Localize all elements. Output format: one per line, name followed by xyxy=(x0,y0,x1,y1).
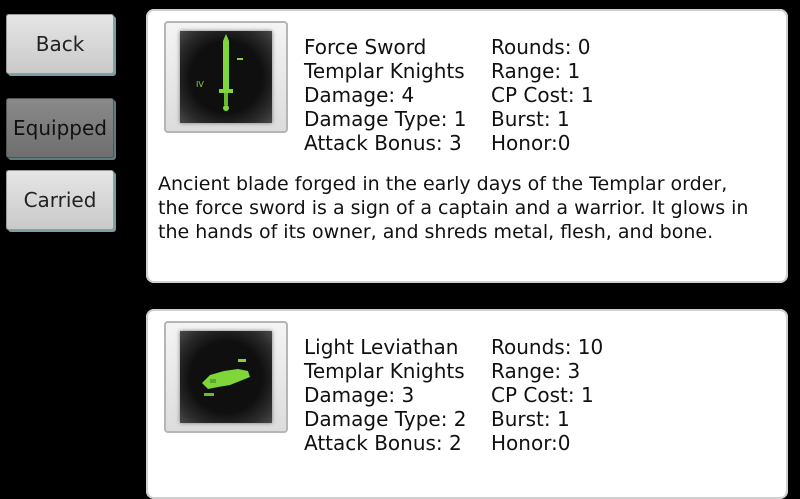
item-faction: Templar Knights xyxy=(304,359,465,383)
item-honor: Honor:0 xyxy=(491,131,571,155)
item-description: Ancient blade forged in the early days o… xyxy=(158,173,749,243)
item-cp-cost: CP Cost: 1 xyxy=(491,83,594,107)
item-faction: Templar Knights xyxy=(304,59,465,83)
item-damage-type: Damage Type: 2 xyxy=(304,407,467,431)
item-card-force-sword[interactable]: IV Force Sword Templar Knights Damage: 4… xyxy=(146,9,788,283)
sword-icon: IV xyxy=(180,31,272,123)
item-damage: Damage: 4 xyxy=(304,83,415,107)
carried-tab-button[interactable]: Carried xyxy=(6,170,114,230)
item-thumbnail-frame xyxy=(164,321,288,433)
item-attack-bonus: Attack Bonus: 3 xyxy=(304,131,462,155)
item-attack-bonus: Attack Bonus: 2 xyxy=(304,431,462,455)
item-range: Range: 3 xyxy=(491,359,581,383)
item-range: Range: 1 xyxy=(491,59,581,83)
leviathan-icon xyxy=(180,331,272,423)
item-rounds: Rounds: 10 xyxy=(491,335,604,359)
equipped-tab-button[interactable]: Equipped xyxy=(6,98,114,158)
item-cp-cost: CP Cost: 1 xyxy=(491,383,594,407)
item-damage: Damage: 3 xyxy=(304,383,415,407)
back-button[interactable]: Back xyxy=(6,14,114,74)
item-burst: Burst: 1 xyxy=(491,407,570,431)
svg-text:IV: IV xyxy=(196,80,204,89)
item-honor: Honor:0 xyxy=(491,431,571,455)
item-thumbnail-frame: IV xyxy=(164,21,288,133)
item-damage-type: Damage Type: 1 xyxy=(304,107,467,131)
item-name: Force Sword xyxy=(304,35,427,59)
item-name: Light Leviathan xyxy=(304,335,459,359)
item-card-light-leviathan[interactable]: Light Leviathan Templar Knights Damage: … xyxy=(146,309,788,499)
item-rounds: Rounds: 0 xyxy=(491,35,591,59)
item-burst: Burst: 1 xyxy=(491,107,570,131)
